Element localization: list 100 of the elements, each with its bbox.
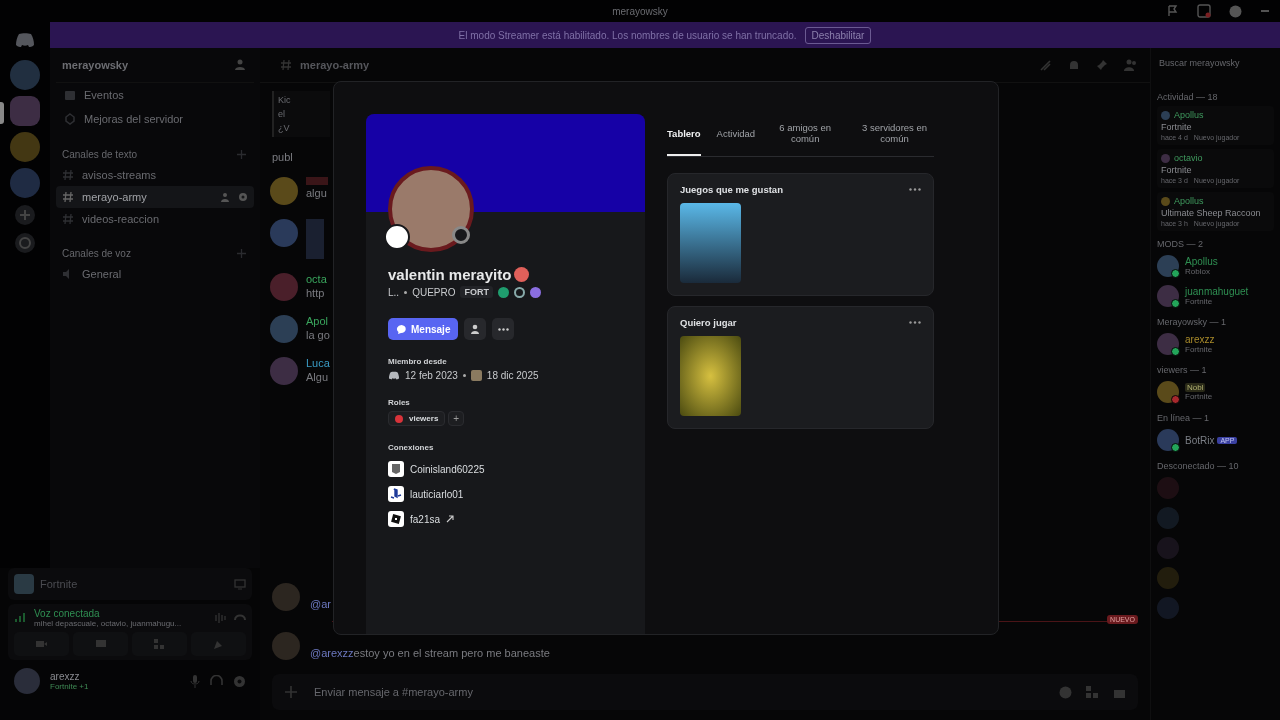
user-avatar[interactable] [272,583,300,611]
channel-item[interactable]: avisos-streams [56,164,254,186]
member-item[interactable]: Apollus Roblox [1157,253,1274,279]
member-activity: Fortnite [1185,297,1214,306]
help-icon[interactable] [1229,4,1242,18]
badge-icon[interactable] [529,286,541,298]
message-input[interactable]: Enviar mensaje a #merayo-army [312,685,1045,699]
add-role-button[interactable]: + [448,411,465,426]
add-friend-button[interactable] [464,318,487,340]
add-server-icon[interactable] [14,204,36,226]
member-item[interactable]: arexzz Fortnite [1157,331,1274,357]
message-button[interactable]: Mensaje [388,318,459,340]
flag-icon[interactable] [1167,5,1179,17]
settings-icon[interactable] [233,674,246,688]
pin-icon[interactable] [1096,59,1108,71]
member-avatar [1157,567,1179,589]
activities-button[interactable] [132,632,187,656]
server-icon[interactable] [10,168,40,198]
invite-icon[interactable] [235,59,248,71]
pronouns: QUEPRO [412,286,456,298]
message-author[interactable]: octa [306,273,327,285]
category-label[interactable]: Canales de texto [62,149,138,160]
role-chip[interactable]: viewers [388,411,446,426]
member-icon[interactable] [220,192,230,202]
user-avatar[interactable] [270,273,298,301]
soundwave-icon[interactable] [214,612,226,624]
add-channel-icon[interactable] [237,249,246,258]
badge-icon[interactable] [497,286,509,298]
profile-tab[interactable]: Actividad [716,114,756,156]
member-name: arexzz [1185,334,1215,345]
embed-text: ¿V [278,123,291,133]
microphone-icon[interactable] [190,674,200,688]
soundboard-button[interactable] [191,632,246,656]
playstation-logo-icon [388,486,404,502]
more-icon[interactable] [909,188,921,191]
channel-item[interactable]: merayo-army [56,186,254,208]
connection-name[interactable]: lauticiarlo01 [410,488,464,500]
server-icon[interactable] [10,60,40,90]
image-placeholder[interactable] [306,219,324,259]
game-cover-placeholder[interactable] [680,336,741,416]
user-avatar[interactable] [270,315,298,343]
section-header: Actividad — 18 [1157,92,1219,102]
external-link-icon[interactable] [446,515,455,523]
grid-icon [154,638,165,650]
section-header: MODS — 2 [1157,239,1204,249]
apps-icon[interactable] [1086,685,1099,699]
message-author[interactable]: Luca [306,357,330,369]
search-field[interactable]: Buscar merayowsky [1157,57,1274,69]
plus-icon[interactable] [284,685,298,699]
user-avatar[interactable] [270,357,298,385]
user-avatar[interactable] [272,632,300,660]
section-header: Merayowsky — 1 [1157,317,1228,327]
screen-share-button[interactable] [73,632,128,656]
voice-status[interactable]: Voz conectada [34,608,206,619]
disconnect-icon[interactable] [234,614,246,622]
profile-tab[interactable]: 3 servidores en común [855,114,934,156]
user-avatar[interactable] [270,177,298,205]
badge-icon[interactable] [513,286,525,298]
server-icon[interactable] [10,96,40,126]
profile-tab[interactable]: 6 amigos en común [771,114,840,156]
user-avatar [1161,196,1170,206]
server-icon[interactable] [10,132,40,162]
game-cover-placeholder[interactable] [680,203,741,283]
guild-tag[interactable]: FORT [460,286,493,298]
connection-name[interactable]: fa21sa [410,513,441,525]
discord-logo-icon [388,371,400,380]
discord-logo-icon[interactable] [15,32,35,48]
connection-name[interactable]: Coinisland60225 [410,463,485,475]
member-item[interactable]: Nobl Fortnite [1157,379,1274,405]
bell-icon[interactable] [1068,58,1080,72]
headphones-icon[interactable] [210,675,223,687]
channel-item[interactable]: General [56,263,254,285]
channel-item[interactable]: videos-reaccion [56,208,254,230]
more-button[interactable] [492,318,515,340]
members-icon[interactable] [1124,59,1138,71]
message-author[interactable]: Apol [306,315,330,327]
inbox-icon[interactable] [1197,4,1211,18]
category-label[interactable]: Canales de voz [62,248,131,259]
monitor-icon[interactable] [234,578,246,590]
server-name[interactable]: merayowsky [62,59,129,71]
message-text: http [306,287,326,299]
game-thumbnail [14,574,34,594]
message-composer[interactable]: Enviar mensaje a #merayo-army [272,674,1138,710]
user-avatar[interactable] [270,219,298,247]
compass-icon[interactable] [14,232,36,254]
more-icon[interactable] [909,321,921,324]
camera-button[interactable] [14,632,69,656]
speech-bubble-icon [396,323,407,335]
user-avatar[interactable] [14,668,40,694]
threads-icon[interactable] [1039,58,1052,72]
sidebar-item[interactable]: Eventos [56,83,254,107]
settings-icon[interactable] [238,192,248,202]
emoji-icon[interactable] [1059,685,1072,699]
member-item[interactable]: juanmahuguet Fortnite [1157,283,1274,309]
add-channel-icon[interactable] [237,150,246,159]
section-label: Roles [388,398,411,407]
sidebar-item[interactable]: Mejoras del servidor [56,107,254,131]
message-text: la go [306,329,330,341]
profile-tab[interactable]: Tablero [667,114,701,156]
disable-button[interactable]: Deshabilitar [804,26,872,44]
